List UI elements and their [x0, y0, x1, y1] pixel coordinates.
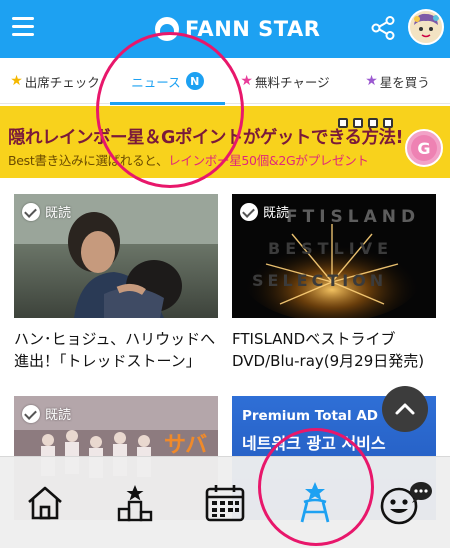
promo-banner[interactable]: 隠れレインボー星＆Gポイントがゲットできる方法! Best書き込みに選ばれると、… — [0, 106, 450, 178]
banner-sub-prefix: Best書き込みに選ばれると、 — [8, 153, 169, 168]
nav-ranking[interactable] — [90, 457, 180, 548]
logo-mark-icon — [155, 17, 179, 41]
tab-label: 出席チェック — [24, 74, 100, 90]
nav-home[interactable] — [0, 457, 90, 548]
nav-star-vote[interactable] — [270, 457, 360, 548]
ranking-podium-icon — [117, 485, 153, 522]
check-icon — [22, 202, 40, 221]
check-icon — [240, 202, 258, 221]
g-coin-icon: G — [404, 128, 444, 172]
ad-line-2: 네트워크 광고 서비스 — [242, 434, 386, 453]
app-logo[interactable]: FANN STAR — [155, 14, 320, 44]
news-card[interactable]: 既読 ハン･ヒョジュ、ハリウッドへ進出！｢トレッドストーン｣ — [14, 194, 218, 372]
banner-sub-highlight: レインボー星50個&2G — [168, 153, 296, 168]
banner-decoration — [338, 118, 398, 128]
avatar[interactable] — [408, 9, 444, 45]
news-card[interactable]: FTISLAND BESTLIVE SELECTION 既読 FTISLANDベ… — [232, 194, 436, 372]
star-icon: ★ — [10, 73, 23, 89]
chevron-up-icon — [395, 403, 415, 415]
star-podium-icon — [300, 482, 330, 523]
menu-icon[interactable] — [12, 17, 34, 37]
bottom-nav — [0, 456, 450, 548]
read-badge: 既読 — [240, 202, 289, 221]
svg-text:FTISLAND: FTISLAND — [286, 207, 420, 227]
svg-text:SELECTION: SELECTION — [252, 271, 387, 290]
ad-line-1: Premium Total AD — [242, 408, 379, 424]
nav-calendar[interactable] — [180, 457, 270, 548]
tab-label: 星を買う — [379, 74, 430, 90]
calendar-icon — [205, 485, 245, 522]
tab-label: 無料チャージ — [254, 74, 330, 90]
tab-buy-stars[interactable]: ★ 星を買う — [345, 58, 450, 104]
news-thumbnail: FTISLAND BESTLIVE SELECTION 既読 — [232, 194, 436, 318]
news-title: FTISLANDベストライブDVD/Blu-ray(9月29日発売) — [232, 330, 425, 370]
read-label: 既読 — [263, 206, 290, 221]
read-label: 既読 — [45, 206, 72, 221]
news-title: ハン･ヒョジュ、ハリウッドへ進出！｢トレッドストーン｣ — [14, 330, 216, 370]
tab-label: ニュース — [131, 74, 181, 90]
svg-text:BESTLIVE: BESTLIVE — [268, 239, 393, 258]
rainbow-star-icon: ★ — [365, 73, 378, 89]
scroll-to-top-button[interactable] — [382, 386, 428, 432]
share-icon[interactable] — [370, 15, 396, 41]
app-header: FANN STAR — [0, 0, 450, 58]
logo-text: FANN STAR — [185, 17, 321, 41]
read-badge: 既読 — [22, 404, 71, 423]
home-icon — [28, 486, 62, 520]
read-label: 既読 — [45, 408, 72, 423]
tab-bar: ★ 出席チェック ニュース N ★ 無料チャージ ★ 星を買う — [0, 58, 450, 105]
news-thumbnail: 既読 — [14, 194, 218, 318]
svg-text:サバ: サバ — [164, 433, 207, 458]
banner-subtitle: Best書き込みに選ばれると、レインボー星50個&2Gがプレゼント — [8, 150, 369, 169]
banner-sub-suffix: がプレゼント — [295, 153, 369, 168]
nav-fan-talk[interactable] — [360, 457, 450, 548]
tab-news[interactable]: ニュース N — [110, 58, 225, 105]
new-badge: N — [185, 72, 204, 90]
tab-attendance[interactable]: ★ 出席チェック — [0, 58, 110, 104]
check-icon — [22, 404, 40, 423]
tab-free-charge[interactable]: ★ 無料チャージ — [225, 58, 345, 104]
g-coin-letter: G — [417, 139, 430, 158]
star-outline-icon: ★ — [240, 73, 253, 89]
read-badge: 既読 — [22, 202, 71, 221]
smiley-chat-icon — [380, 482, 432, 525]
